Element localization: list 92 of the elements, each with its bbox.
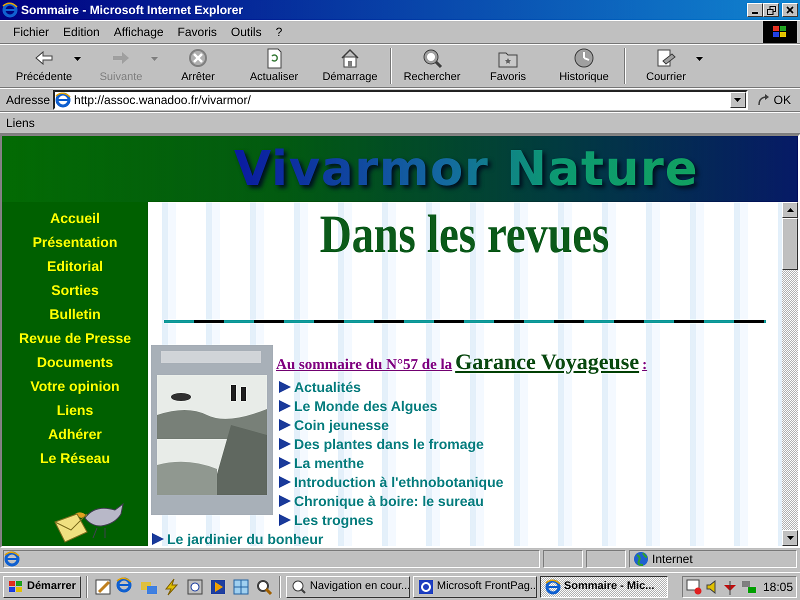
sidebar-link[interactable]: Présentation	[32, 230, 118, 254]
taskbar-button[interactable]: Microsoft FrontPag...	[412, 576, 537, 598]
page-heading: Dans les revues	[320, 206, 610, 262]
bullet-arrow-icon	[279, 381, 291, 394]
toolbar-button[interactable]: Courrier	[628, 45, 704, 87]
toolbar-button[interactable]: Actualiser	[236, 45, 312, 87]
restore-button[interactable]	[763, 3, 779, 17]
caret-icon	[734, 98, 742, 102]
colon-link[interactable]: :	[642, 354, 648, 376]
toolbar-button[interactable]: Historique	[546, 45, 622, 87]
article-link[interactable]: La menthe	[294, 454, 364, 473]
bullet-arrow-icon	[279, 514, 291, 526]
zone-label: Internet	[652, 551, 693, 568]
mail-icon	[655, 47, 677, 69]
toolbar-button[interactable]: Arrêter	[160, 45, 236, 87]
menu-item[interactable]: Favoris	[170, 22, 224, 42]
bullet-arrow-icon	[279, 476, 291, 488]
links-label: Liens	[6, 115, 35, 132]
bullet-arrow-icon	[279, 457, 291, 470]
sidebar-link[interactable]: Documents	[36, 350, 114, 374]
article-link[interactable]: Les trognes	[294, 510, 374, 530]
history-icon	[573, 47, 595, 69]
bullet-arrow-icon	[279, 419, 291, 432]
minimize-button[interactable]	[747, 3, 763, 17]
toolbar-button[interactable]: Précédente	[6, 45, 82, 87]
window-title: Sommaire - Microsoft Internet Explorer	[21, 2, 244, 19]
bullet-arrow-icon	[279, 438, 291, 450]
address-label: Adresse	[6, 92, 50, 109]
scroll-down-button[interactable]	[782, 530, 798, 546]
article-link[interactable]: Actualités	[294, 378, 361, 397]
taskbar-button[interactable]: Sommaire - Mic...	[540, 576, 668, 598]
menu-item[interactable]: Fichier	[6, 22, 56, 42]
start-button[interactable]: Démarrer	[3, 576, 81, 598]
bullet-arrow-icon	[152, 533, 164, 546]
network-icon	[740, 578, 757, 594]
grid-icon[interactable]	[230, 576, 251, 596]
ie-icon	[55, 92, 72, 108]
address-field[interactable]: http://assoc.wanadoo.fr/vivarmor/	[53, 90, 748, 110]
globe-icon	[633, 551, 649, 567]
frontpage-icon	[418, 578, 434, 594]
sidebar-link[interactable]: Le Réseau	[40, 446, 110, 470]
search-icon	[421, 47, 443, 69]
sidebar-link[interactable]: Liens	[56, 398, 94, 422]
toolbar-button[interactable]: Favoris	[470, 45, 546, 87]
caret-icon[interactable]	[74, 57, 81, 61]
sidebar-link[interactable]: Accueil	[50, 206, 100, 230]
toolbar-button[interactable]: Rechercher	[394, 45, 470, 87]
toolbar-button[interactable]: Démarrage	[312, 45, 388, 87]
scroll-up-button[interactable]	[782, 202, 798, 218]
windows-logo-icon	[772, 25, 788, 39]
sidebar-link[interactable]: Votre opinion	[30, 374, 120, 398]
scrollbar-thumb[interactable]	[782, 218, 798, 270]
clock: 18:05	[762, 578, 793, 596]
dropdown-button[interactable]	[730, 92, 746, 108]
go-button[interactable]: OK	[750, 90, 797, 110]
menu-item[interactable]: Affichage	[106, 22, 171, 42]
article-link[interactable]: Coin jeunesse	[294, 416, 389, 435]
article-link[interactable]: Des plantes dans le fromage	[294, 434, 484, 454]
menu-item[interactable]: Edition	[56, 22, 107, 42]
stop-icon	[187, 47, 209, 69]
bullet-arrow-icon	[279, 400, 291, 412]
menu-item[interactable]: ?	[268, 22, 290, 42]
go-arrow-icon	[756, 93, 771, 107]
down-arrow-icon	[786, 536, 794, 540]
up-arrow-icon	[786, 208, 794, 212]
sidebar-link[interactable]: Sorties	[51, 278, 99, 302]
magazine-title-link[interactable]: Garance Voyageuse	[455, 344, 640, 378]
restore-icon	[766, 6, 776, 14]
article-link[interactable]: Le Monde des Algues	[294, 396, 438, 416]
taskbar-button[interactable]: Navigation en cour...	[286, 576, 410, 598]
sidebar-link[interactable]: Revue de Presse	[18, 326, 132, 350]
ie-icon	[544, 578, 561, 594]
ie-icon	[2, 2, 18, 18]
bullet-arrow-icon	[279, 495, 291, 508]
sidebar-link[interactable]: Bulletin	[49, 302, 101, 326]
summary-link[interactable]: Au sommaire du N°57 de la	[276, 354, 452, 376]
close-button[interactable]	[782, 3, 798, 17]
status-panel	[586, 550, 626, 568]
menu-item[interactable]: Outils	[224, 22, 269, 42]
window-icon[interactable]	[184, 576, 205, 596]
pencil-icon[interactable]	[92, 576, 113, 596]
article-link[interactable]: Introduction à l'ethnobotanique	[294, 472, 504, 492]
home-icon	[339, 47, 361, 69]
article-link[interactable]: Chronique à boire: le sureau	[294, 492, 484, 511]
sidebar-link[interactable]: Editorial	[46, 254, 103, 278]
windows-logo-icon	[8, 580, 24, 594]
status-panel	[543, 550, 583, 568]
caret-icon[interactable]	[696, 57, 703, 61]
scheduler-icon	[686, 578, 702, 594]
close-icon	[786, 6, 794, 14]
sidebar-link[interactable]: Adhérer	[48, 422, 102, 446]
search-icon	[290, 578, 307, 594]
